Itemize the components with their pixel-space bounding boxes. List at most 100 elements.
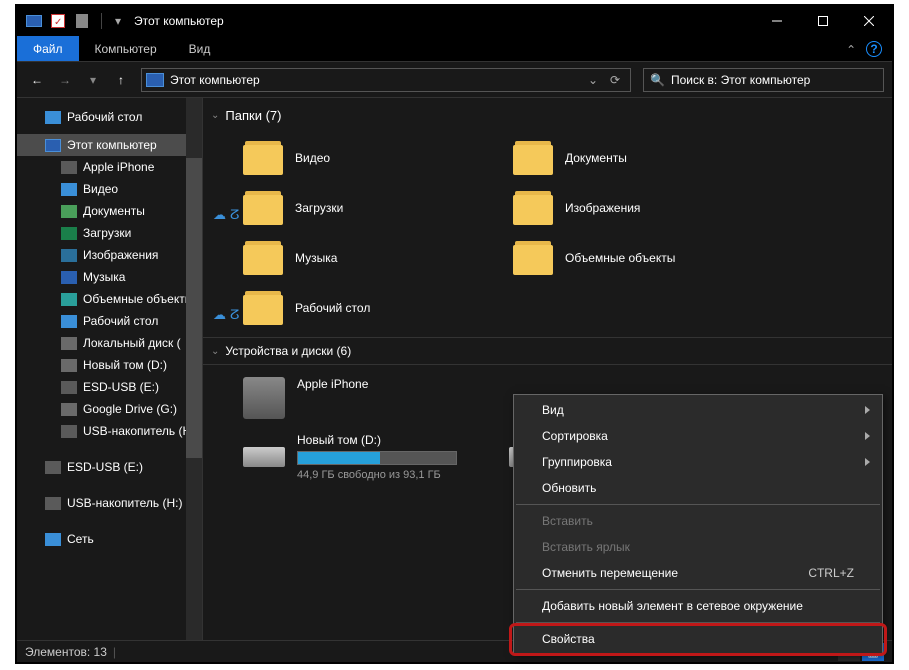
search-icon: 🔍 (650, 73, 665, 87)
cm-undo[interactable]: Отменить перемещениеCTRL+Z (514, 560, 882, 586)
cm-properties[interactable]: Свойства (514, 626, 882, 652)
device-item[interactable]: Apple iPhone (243, 377, 493, 433)
titlebar: ✓ ▾ Этот компьютер (17, 6, 892, 36)
sidebar-item[interactable]: Видео (17, 178, 202, 200)
folder-item[interactable]: ☁ ⵒРабочий стол (243, 283, 513, 333)
device-label: Новый том (D:) (297, 433, 493, 447)
sidebar-item[interactable]: Этот компьютер (17, 134, 202, 156)
sidebar-item[interactable]: Музыка (17, 266, 202, 288)
address-dropdown[interactable]: ⌄ (582, 69, 604, 91)
device-label: Apple iPhone (297, 377, 493, 391)
maximize-button[interactable] (800, 6, 846, 36)
chevron-down-icon: ⌄ (211, 346, 219, 357)
tab-computer[interactable]: Компьютер (79, 36, 173, 61)
chevron-down-icon: ⌄ (211, 110, 219, 121)
qa-dropdown[interactable]: ▾ (112, 6, 124, 36)
address-bar[interactable]: Этот компьютер ⌄ ⟳ (141, 68, 631, 92)
history-dropdown[interactable]: ▾ (81, 68, 105, 92)
sidebar-item[interactable]: Изображения (17, 244, 202, 266)
qa-props-icon[interactable] (73, 12, 91, 30)
up-button[interactable]: ↑ (109, 68, 133, 92)
tree-icon (45, 139, 61, 152)
search-placeholder: Поиск в: Этот компьютер (671, 73, 810, 87)
tree-label: Изображения (83, 248, 158, 262)
storage-text: 44,9 ГБ свободно из 93,1 ГБ (297, 469, 493, 481)
tree-label: Этот компьютер (67, 138, 157, 152)
sidebar-item[interactable]: Загрузки (17, 222, 202, 244)
sidebar-item[interactable]: USB-накопитель (H (17, 420, 202, 442)
cm-sort[interactable]: Сортировка (514, 423, 882, 449)
cm-paste: Вставить (514, 508, 882, 534)
folder-icon (243, 141, 283, 175)
close-button[interactable] (846, 6, 892, 36)
cm-refresh[interactable]: Обновить (514, 475, 882, 501)
folder-item[interactable]: Объемные объекты (513, 233, 783, 283)
tree-icon (61, 271, 77, 284)
tree-label: Локальный диск ( (83, 336, 181, 350)
tree-label: Музыка (83, 270, 125, 284)
folder-item[interactable]: Документы (513, 133, 783, 183)
folder-item[interactable]: ☁ ⵒЗагрузки (243, 183, 513, 233)
sidebar-item[interactable]: Новый том (D:) (17, 354, 202, 376)
qa-save-icon[interactable]: ✓ (49, 12, 67, 30)
cm-view[interactable]: Вид (514, 397, 882, 423)
sidebar-item[interactable]: Документы (17, 200, 202, 222)
tree-icon (61, 403, 77, 416)
tab-file[interactable]: Файл (17, 36, 79, 61)
address-text: Этот компьютер (170, 73, 582, 87)
folder-icon (243, 291, 283, 325)
device-item[interactable]: Новый том (D:) 44,9 ГБ свободно из 93,1 Г… (243, 433, 493, 495)
sidebar-item[interactable]: Локальный диск ( (17, 332, 202, 354)
tree-label: Google Drive (G:) (83, 402, 177, 416)
section-devices[interactable]: ⌄ Устройства и диски (6) (203, 337, 892, 365)
context-menu: Вид Сортировка Группировка Обновить Вста… (513, 394, 883, 655)
sidebar: Рабочий стол Этот компьютер Apple iPhone Ви… (17, 98, 203, 640)
sidebar-item[interactable]: Google Drive (G:) (17, 398, 202, 420)
folder-label: Загрузки (295, 201, 343, 215)
tree-icon (61, 337, 77, 350)
section-folders[interactable]: ⌄ Папки (7) (203, 106, 892, 125)
sidebar-item-esd[interactable]: ESD-USB (E:) (17, 456, 202, 478)
cm-addnet[interactable]: Добавить новый элемент в сетевое окружен… (514, 593, 882, 619)
search-input[interactable]: 🔍 Поиск в: Этот компьютер (643, 68, 884, 92)
help-icon[interactable]: ? (866, 41, 882, 57)
tree-label: Объемные объекты (83, 292, 193, 306)
folder-label: Документы (565, 151, 627, 165)
sidebar-item[interactable]: Apple iPhone (17, 156, 202, 178)
tree-label: Новый том (D:) (83, 358, 167, 372)
sidebar-item[interactable]: ESD-USB (E:) (17, 376, 202, 398)
cloud-icon: ☁ ⵒ (213, 307, 239, 323)
folder-label: Музыка (295, 251, 337, 265)
status-count: Элементов: 13 (25, 645, 107, 659)
folder-label: Изображения (565, 201, 640, 215)
sidebar-item[interactable]: Рабочий стол (17, 310, 202, 332)
tree-icon (61, 425, 77, 438)
tab-view[interactable]: Вид (173, 36, 227, 61)
sidebar-item[interactable]: Объемные объекты (17, 288, 202, 310)
tree-label: ESD-USB (E:) (83, 380, 159, 394)
sidebar-item[interactable]: Рабочий стол (17, 106, 202, 128)
forward-button[interactable]: → (53, 68, 77, 92)
tree-label: Видео (83, 182, 118, 196)
explorer-window: ✓ ▾ Этот компьютер Файл Компьютер Вид ⌄ … (17, 6, 892, 662)
tree-icon (61, 359, 77, 372)
storage-bar (297, 451, 457, 465)
sidebar-item-usbh[interactable]: USB-накопитель (H:) (17, 492, 202, 514)
tree-icon (61, 161, 77, 174)
folder-item[interactable]: Изображения (513, 183, 783, 233)
refresh-button[interactable]: ⟳ (604, 69, 626, 91)
tree-label: USB-накопитель (H (83, 424, 191, 438)
pc-icon (146, 73, 164, 87)
window-title: Этот компьютер (134, 14, 224, 28)
sidebar-scrollbar[interactable] (186, 98, 202, 640)
folder-label: Рабочий стол (295, 301, 370, 315)
sidebar-item-network[interactable]: Сеть (17, 528, 202, 550)
cm-group[interactable]: Группировка (514, 449, 882, 475)
drive-icon (243, 447, 285, 467)
back-button[interactable]: ← (25, 68, 49, 92)
ribbon-collapse-icon[interactable]: ⌄ (846, 42, 856, 56)
minimize-button[interactable] (754, 6, 800, 36)
app-icon (25, 12, 43, 30)
folder-item[interactable]: Видео (243, 133, 513, 183)
folder-item[interactable]: Музыка (243, 233, 513, 283)
